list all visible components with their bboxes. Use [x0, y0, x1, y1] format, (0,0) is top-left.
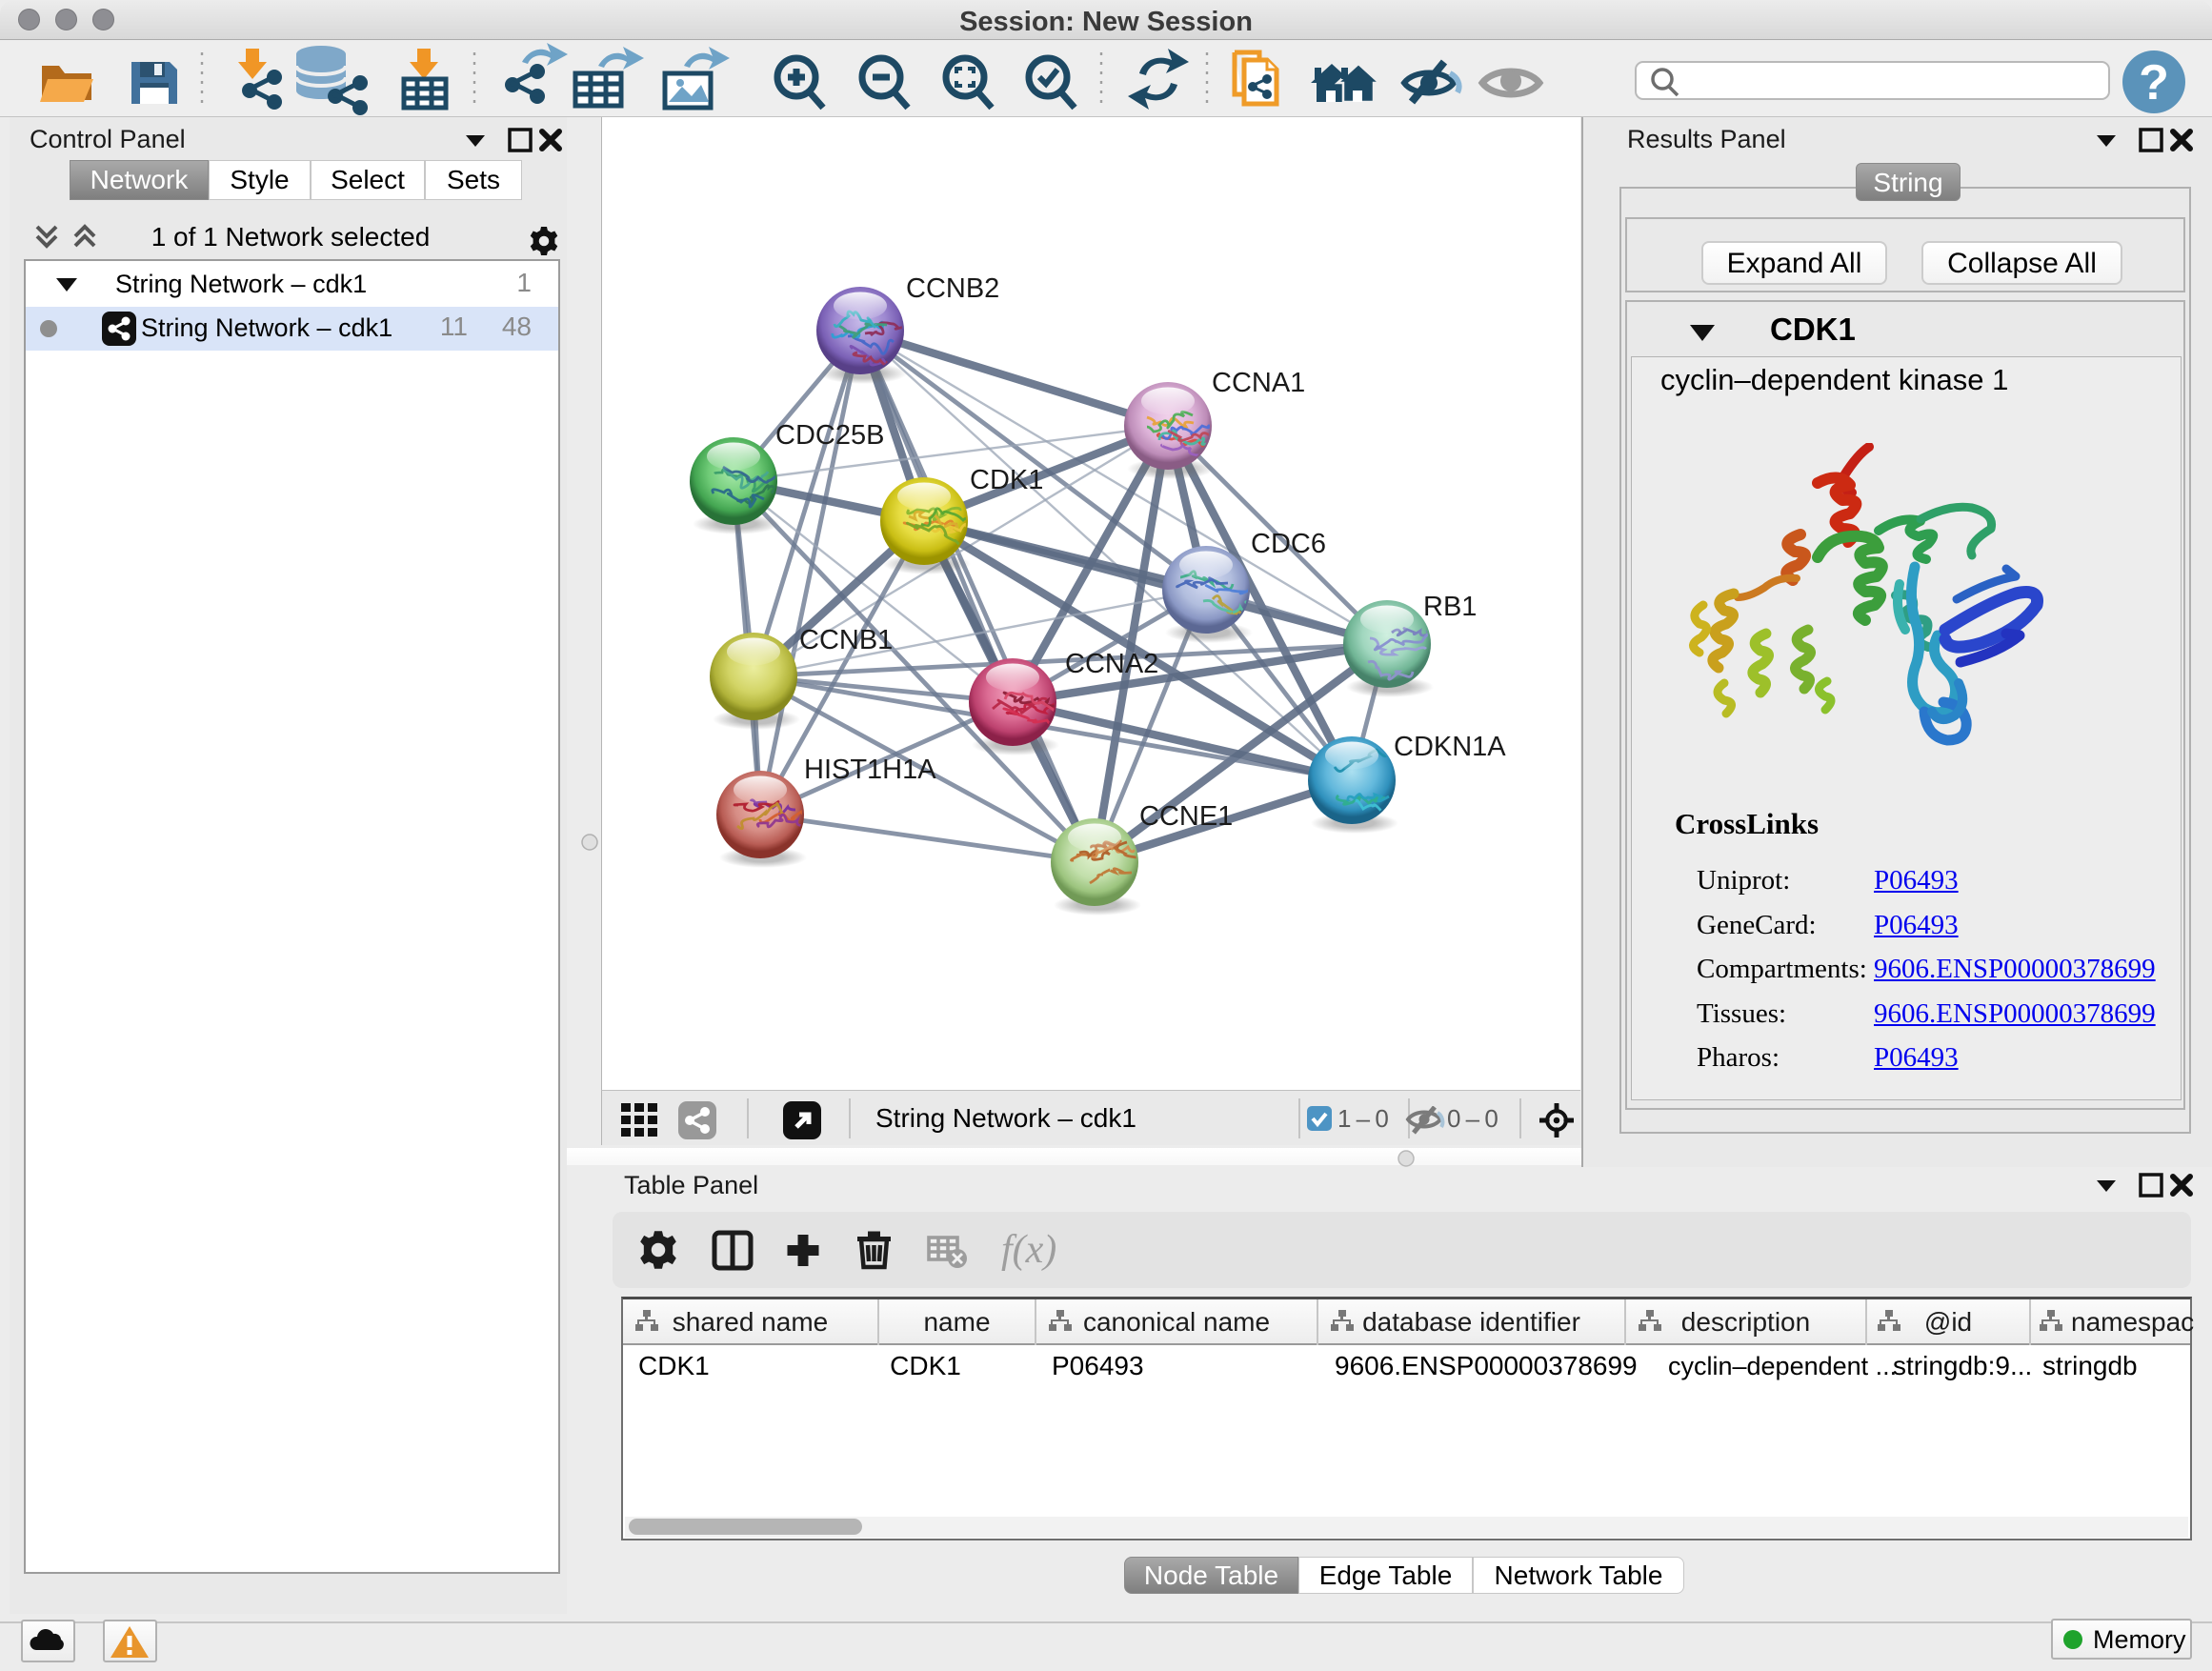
- svg-text:CCNA2: CCNA2: [1065, 649, 1158, 679]
- svg-text:CCNE1: CCNE1: [1139, 801, 1233, 832]
- svg-text:CCNB1: CCNB1: [799, 625, 893, 655]
- svg-text:RB1: RB1: [1423, 592, 1477, 622]
- svg-text:CDC25B: CDC25B: [775, 420, 884, 451]
- svg-text:?: ?: [2139, 55, 2169, 111]
- svg-text:CDK1: CDK1: [970, 465, 1043, 495]
- svg-text:CDC6: CDC6: [1251, 529, 1326, 559]
- svg-text:f(x): f(x): [1001, 1228, 1056, 1272]
- svg-text:CCNB2: CCNB2: [906, 273, 999, 304]
- svg-text:CCNA1: CCNA1: [1212, 368, 1305, 398]
- svg-text:CDKN1A: CDKN1A: [1394, 732, 1506, 762]
- svg-text:HIST1H1A: HIST1H1A: [804, 755, 936, 785]
